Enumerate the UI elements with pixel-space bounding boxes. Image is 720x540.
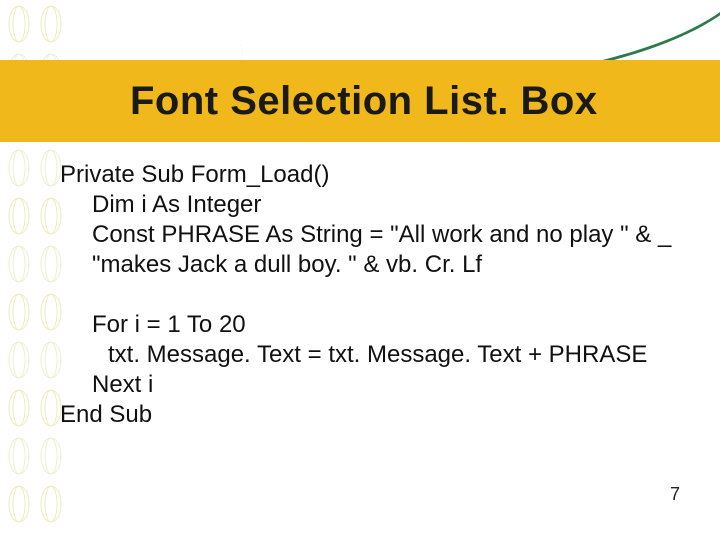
code-line: txt. Message. Text = txt. Message. Text … bbox=[60, 340, 680, 370]
slide-body: Private Sub Form_Load() Dim i As Integer… bbox=[60, 160, 680, 530]
deco-icon bbox=[6, 336, 32, 384]
deco-icon bbox=[6, 432, 32, 480]
deco-icon bbox=[6, 384, 32, 432]
code-line: End Sub bbox=[60, 400, 680, 430]
deco-icon bbox=[6, 0, 32, 48]
code-line: Const PHRASE As String = "All work and n… bbox=[60, 220, 680, 280]
code-line: Dim i As Integer bbox=[60, 190, 680, 220]
deco-icon bbox=[6, 192, 32, 240]
deco-icon bbox=[6, 240, 32, 288]
title-band: Font Selection List. Box bbox=[0, 60, 720, 142]
page-number: 7 bbox=[670, 484, 680, 505]
code-line: Next i bbox=[60, 370, 680, 400]
code-line: For i = 1 To 20 bbox=[60, 310, 680, 340]
slide-title: Font Selection List. Box bbox=[130, 79, 598, 124]
slide: Font Selection List. Box Private Sub For… bbox=[0, 0, 720, 540]
deco-icon bbox=[38, 0, 64, 48]
deco-icon bbox=[6, 144, 32, 192]
code-line: Private Sub Form_Load() bbox=[60, 160, 680, 190]
deco-icon bbox=[6, 288, 32, 336]
code-block: Private Sub Form_Load() Dim i As Integer… bbox=[60, 160, 680, 430]
deco-icon bbox=[6, 480, 32, 528]
